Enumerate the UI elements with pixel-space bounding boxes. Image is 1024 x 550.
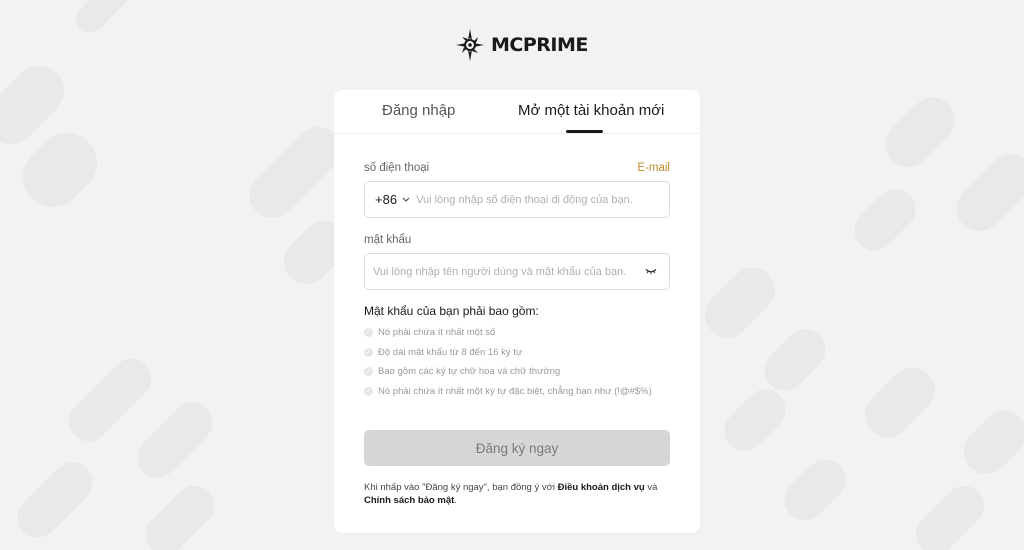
switch-to-email-link[interactable]: E-mail — [637, 162, 670, 174]
requirement-item: ✓ Nó phải chứa ít nhất một ký tự đặc biệ… — [364, 386, 652, 397]
password-requirements-title: Mật khẩu của bạn phải bao gồm: — [364, 304, 539, 318]
check-circle-icon: ✓ — [364, 328, 373, 337]
brand-logo[interactable]: MCPRIME — [455, 28, 588, 62]
requirement-item: ✓ Độ dài mật khẩu từ 8 đến 16 ký tự — [364, 347, 523, 358]
register-card: Đăng nhập Mở một tài khoản mới số điện t… — [334, 90, 700, 533]
compass-star-logo-icon — [456, 29, 484, 61]
register-now-button[interactable]: Đăng ký ngay — [364, 430, 670, 466]
country-code-select[interactable]: +86 — [365, 192, 410, 207]
tab-login[interactable]: Đăng nhập — [382, 102, 455, 119]
chevron-down-icon — [402, 195, 410, 205]
terms-notice: Khi nhấp vào "Đăng ký ngay", bạn đồng ý … — [364, 482, 658, 506]
check-circle-icon: ✓ — [364, 387, 373, 396]
brand-name: MCPRIME — [491, 34, 588, 56]
active-tab-indicator — [566, 130, 603, 133]
password-input[interactable] — [365, 254, 639, 289]
country-code-value: +86 — [375, 192, 398, 207]
password-field — [364, 253, 670, 290]
check-circle-icon: ✓ — [364, 348, 373, 357]
phone-input[interactable] — [410, 182, 669, 217]
privacy-policy-link[interactable]: Chính sách bảo mật — [364, 495, 454, 506]
phone-field: +86 — [364, 181, 670, 218]
requirement-item: ✓ Nó phải chứa ít nhất một số — [364, 327, 496, 338]
tab-register[interactable]: Mở một tài khoản mới — [518, 102, 664, 119]
eye-closed-icon[interactable] — [639, 268, 663, 275]
password-label: mật khẩu — [364, 234, 412, 246]
auth-tabs: Đăng nhập Mở một tài khoản mới — [334, 90, 700, 134]
requirement-item: ✓ Bao gồm các ký tự chữ hoa và chữ thườn… — [364, 366, 561, 377]
check-circle-icon: ✓ — [364, 367, 373, 376]
terms-of-service-link[interactable]: Điều khoản dịch vụ — [558, 482, 645, 493]
phone-label: số điện thoại — [364, 162, 430, 174]
